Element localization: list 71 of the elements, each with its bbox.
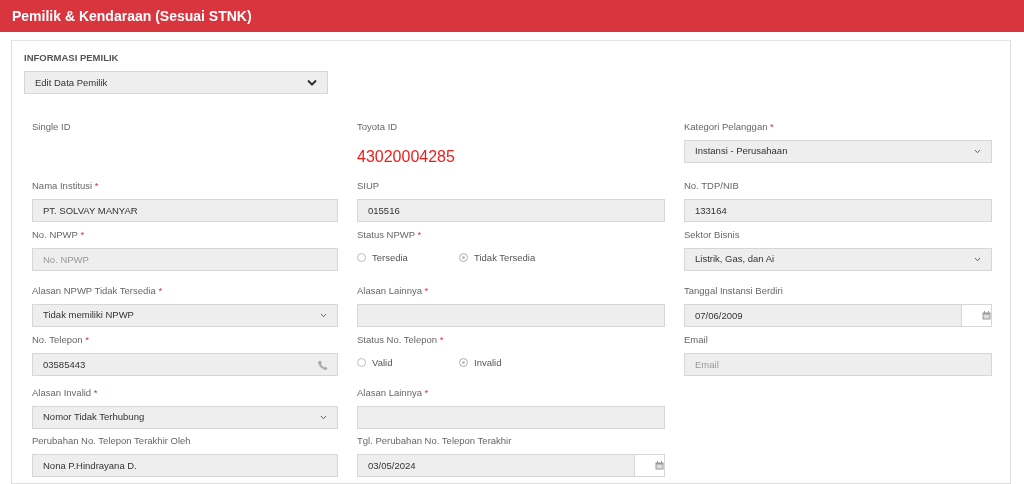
required-mark: * <box>424 387 429 399</box>
radio-button[interactable] <box>357 358 366 368</box>
calendar-icon <box>655 460 664 470</box>
header-title: Pemilik & Kendaraan (Sesuai STNK) <box>12 6 252 26</box>
field-label: Alasan Lainnya <box>357 285 422 297</box>
radio-label: Tersedia <box>372 250 408 265</box>
field-label: No. TDP/NIB <box>684 180 739 192</box>
field-label: Toyota ID <box>357 121 398 133</box>
calendar-button[interactable] <box>962 303 992 327</box>
field-label: No. NPWP <box>32 229 78 241</box>
field-label: Perubahan No. Telepon Terakhir Oleh <box>32 435 191 447</box>
input-field[interactable]: Email <box>684 352 992 376</box>
radio-button[interactable] <box>459 253 468 263</box>
date-field[interactable]: 07/06/2009 <box>684 303 962 327</box>
field-label: Kategori Pelanggan <box>684 121 768 133</box>
input-field[interactable]: 03585443 <box>32 352 338 376</box>
field-label: Single ID <box>32 121 71 133</box>
select-value: Tidak memiliki NPWP <box>43 307 134 322</box>
select-value: Instansi - Perusahaan <box>695 143 788 158</box>
required-mark: * <box>417 229 422 241</box>
calendar-icon <box>982 310 991 320</box>
phone-icon <box>318 359 328 370</box>
field-label: Tanggal Instansi Berdiri <box>684 285 783 297</box>
section-title: INFORMASI PEMILIK <box>24 51 120 65</box>
field-label: SIUP <box>357 180 380 192</box>
select-value: Nomor Tidak Terhubung <box>43 409 145 424</box>
required-mark: * <box>93 387 98 399</box>
field-label: Nama Institusi <box>32 180 93 192</box>
required-mark: * <box>770 121 774 133</box>
field-label: Alasan Invalid <box>32 387 92 399</box>
field-label: Tgl. Perubahan No. Telepon Terakhir <box>357 435 512 447</box>
required-mark: * <box>158 285 163 297</box>
input-field[interactable] <box>357 405 665 429</box>
select-field[interactable]: Nomor Tidak Terhubung <box>32 405 338 429</box>
select-value: Edit Data Pemilik <box>35 75 108 90</box>
field-label: Alasan Lainnya <box>357 387 422 399</box>
date-field[interactable]: 03/05/2024 <box>357 453 635 477</box>
input-field[interactable]: PT. SOLVAY MANYAR <box>32 198 338 222</box>
chevron-down-icon <box>974 256 981 262</box>
calendar-button[interactable] <box>635 453 665 477</box>
radio-label: Invalid <box>474 355 502 370</box>
radio-button[interactable] <box>459 358 468 368</box>
radio-button[interactable] <box>357 253 366 263</box>
required-mark: * <box>85 334 89 346</box>
field-label: Status NPWP <box>357 229 415 241</box>
required-mark: * <box>439 334 444 346</box>
input-field[interactable]: No. NPWP <box>32 247 338 271</box>
select-value: Listrik, Gas, dan Ai <box>695 251 775 266</box>
field-label: Sektor Bisnis <box>684 229 740 241</box>
field-label: Status No. Telepon <box>357 334 438 346</box>
select-field[interactable]: Instansi - Perusahaan <box>684 139 992 163</box>
toyota-id-value: 43020004285 <box>357 146 456 167</box>
required-mark: * <box>80 229 85 241</box>
field-label: No. Telepon <box>32 334 83 346</box>
input-field[interactable]: 133164 <box>684 198 992 222</box>
input-field[interactable] <box>357 303 665 327</box>
field-label: Alasan NPWP Tidak Tersedia <box>32 285 156 297</box>
required-mark: * <box>424 285 429 297</box>
select-field[interactable]: Tidak memiliki NPWP <box>32 303 338 327</box>
chevron-down-icon <box>974 148 981 154</box>
input-field[interactable]: Nona P.Hindrayana D. <box>32 453 338 477</box>
mode-select[interactable]: Edit Data Pemilik <box>24 71 328 95</box>
select-field[interactable]: Listrik, Gas, dan Ai <box>684 247 992 271</box>
required-mark: * <box>94 180 99 192</box>
radio-label: Valid <box>372 355 393 370</box>
field-label: Email <box>684 334 708 346</box>
input-field[interactable]: 015516 <box>357 198 665 222</box>
chevron-down-icon <box>307 79 317 87</box>
chevron-down-icon <box>320 414 327 420</box>
chevron-down-icon <box>320 312 327 318</box>
radio-label: Tidak Tersedia <box>474 250 536 265</box>
